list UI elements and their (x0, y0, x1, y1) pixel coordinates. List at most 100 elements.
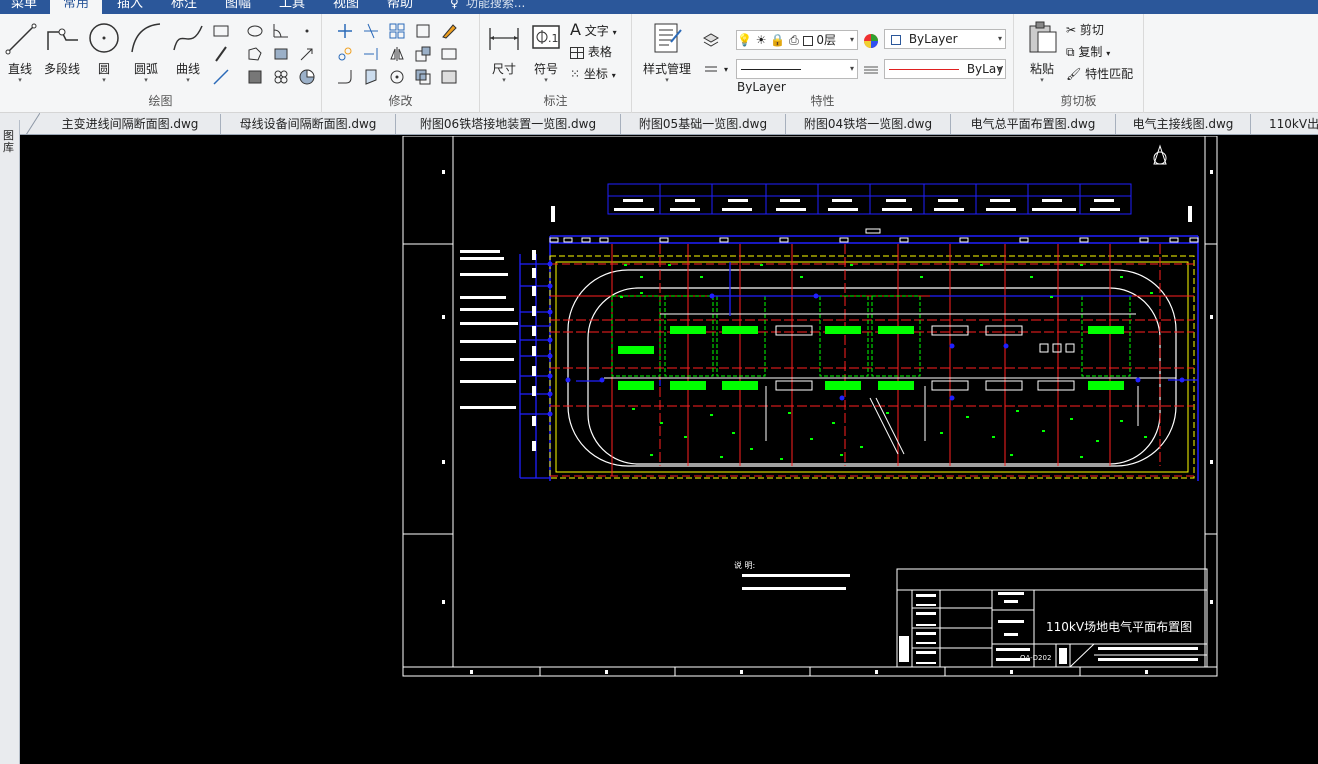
doc-tab[interactable]: 附图06铁塔接地装置一览图.dwg (395, 114, 620, 134)
tab-sheet[interactable]: 图幅 (212, 0, 264, 14)
curve-button[interactable]: 曲线 ▾ (168, 20, 208, 88)
layer-manager-icon[interactable] (702, 30, 720, 48)
chevron-down-icon: ▾ (611, 71, 616, 80)
paste-button[interactable]: 粘贴 ▾ (1022, 20, 1062, 88)
tab-annotate[interactable]: 标注 (158, 0, 210, 14)
layer-dropdown[interactable]: 💡 ☀ 🔒 ⎙ 0层 ▾ (736, 30, 858, 50)
polyline-icon (44, 20, 80, 56)
tab-tools[interactable]: 工具 (266, 0, 318, 14)
break-icon[interactable] (414, 22, 432, 40)
circle-button[interactable]: 圆 ▾ (84, 20, 124, 88)
style-manage-icon (649, 20, 685, 56)
tab-home[interactable]: 常用 (50, 0, 102, 14)
chevron-down-icon: ▾ (544, 76, 548, 84)
trim-icon[interactable] (362, 22, 380, 40)
text-button[interactable]: A 文字 ▾ (570, 20, 617, 40)
rectangle-icon[interactable] (212, 22, 230, 40)
tab-scroll-left-icon[interactable] (20, 113, 40, 135)
doc-tab[interactable]: 附图04铁塔一览图.dwg (785, 114, 950, 134)
fillet-icon[interactable] (336, 68, 354, 86)
line-button[interactable]: 直线 ▾ (0, 20, 40, 88)
dimension-button[interactable]: 尺寸 ▾ (484, 20, 524, 88)
doc-tab[interactable]: 主变进线间隔断面图.dwg (40, 114, 220, 134)
breaker-symbols (618, 326, 1124, 390)
text-icon: A (570, 20, 581, 39)
coordinate-button[interactable]: ⁙ 坐标 ▾ (570, 64, 616, 84)
copy-icon: ⧉ (1066, 45, 1075, 59)
coordinate-icon: ⁙ (570, 67, 581, 81)
copy-button[interactable]: ⧉ 复制 ▾ (1066, 42, 1110, 62)
ellipse-icon[interactable] (246, 22, 264, 40)
hatch-line-icon[interactable] (212, 45, 230, 63)
tab-insert[interactable]: 插入 (104, 0, 156, 14)
pie-icon[interactable] (298, 68, 316, 86)
properties-group-label: 特性 (810, 94, 835, 108)
polyline-button[interactable]: 多段线 (42, 20, 82, 88)
paste-icon (1024, 20, 1060, 56)
arc-icon (128, 20, 164, 56)
lineweight-icon[interactable] (862, 61, 880, 79)
modify-group-label: 修改 (388, 94, 413, 108)
rotate-icon[interactable] (388, 68, 406, 86)
offset-icon[interactable] (414, 68, 432, 86)
extend-icon[interactable] (362, 45, 380, 63)
annotate-group: 尺寸 ▾ .1 符号 ▾ A 文字 ▾ 表格 ⁙ 坐标 ▾ 标注 (480, 14, 632, 113)
color-wheel-icon[interactable] (862, 32, 880, 50)
lock-icon: 🔒 (770, 33, 786, 47)
notes-block: 说 明: (734, 560, 850, 590)
modify-group: 修改 (322, 14, 480, 113)
doc-tab[interactable]: 母线设备间隔断面图.dwg (220, 114, 395, 134)
copy-object-icon[interactable] (336, 45, 354, 63)
point-icon[interactable] (298, 22, 316, 40)
hatch-icon[interactable] (246, 68, 264, 86)
array-icon[interactable] (388, 22, 406, 40)
chevron-down-icon[interactable]: ▾ (724, 60, 728, 80)
frame-marks (442, 170, 1213, 674)
scissors-icon: ✂ (1066, 23, 1077, 37)
lineweight-dropdown[interactable]: ByLay ▾ (884, 59, 1006, 79)
function-search[interactable]: ♀ 功能搜索... (450, 0, 650, 14)
scale-icon[interactable] (414, 45, 432, 63)
move-icon[interactable] (336, 22, 354, 40)
doc-tab[interactable]: 电气总平面布置图.dwg (950, 114, 1115, 134)
tab-view[interactable]: 视图 (320, 0, 372, 14)
svg-text:.1: .1 (548, 32, 559, 45)
cloud-icon[interactable] (272, 68, 290, 86)
layer-color-icon (802, 35, 813, 46)
arrow-icon[interactable] (298, 45, 316, 63)
angle-icon[interactable] (272, 22, 290, 40)
linetype-menu-icon[interactable] (702, 60, 720, 78)
symbol-button[interactable]: .1 符号 ▾ (526, 20, 566, 88)
doc-tab[interactable]: 附图05基础一览图.dwg (620, 114, 785, 134)
mirror-icon[interactable] (388, 45, 406, 63)
tab-menu[interactable]: 菜单 (0, 0, 48, 14)
cut-button[interactable]: ✂ 剪切 (1066, 20, 1104, 40)
notes-heading: 说 明: (734, 560, 755, 570)
match-properties-button[interactable]: 🖌 特性匹配 (1066, 64, 1133, 84)
tab-help[interactable]: 帮助 (374, 0, 426, 14)
doc-tab[interactable]: 电气主接线图.dwg (1115, 114, 1250, 134)
erase-icon[interactable] (440, 22, 458, 40)
lightbulb-icon: 💡 (737, 33, 752, 47)
ribbon: 直线 ▾ 多段线 圆 ▾ 圆弧 ▾ 曲线 ▾ 绘图 修改 尺寸 ▾ .1 符号 … (0, 14, 1318, 113)
chevron-down-icon: ▾ (849, 35, 854, 44)
chevron-down-icon: ▾ (1040, 76, 1044, 84)
doc-tab[interactable]: 110kV出线 (1250, 114, 1318, 134)
arc-button[interactable]: 圆弧 ▾ (126, 20, 166, 88)
region-icon[interactable] (246, 45, 264, 63)
library-side-strip[interactable]: 图库 (0, 120, 20, 764)
table-icon (570, 46, 584, 59)
explode-icon[interactable] (362, 68, 380, 86)
construction-line-icon[interactable] (212, 68, 230, 86)
properties-edit-icon[interactable] (440, 68, 458, 86)
stretch-icon[interactable] (440, 45, 458, 63)
style-manage-button[interactable]: 样式管理 ▾ (640, 20, 694, 88)
drawing-canvas[interactable]: 说 明: 110kV场地电气平面布置图 QA-D202 (20, 136, 1318, 764)
chevron-down-icon: ▾ (102, 76, 106, 84)
table-button[interactable]: 表格 (570, 42, 612, 62)
block-icon[interactable] (272, 45, 290, 63)
color-dropdown[interactable]: ByLayer ▾ (884, 29, 1006, 49)
equipment-bays (611, 295, 1131, 377)
circle-icon (86, 20, 122, 56)
linetype-dropdown[interactable]: ByLayer ▾ (736, 59, 858, 94)
